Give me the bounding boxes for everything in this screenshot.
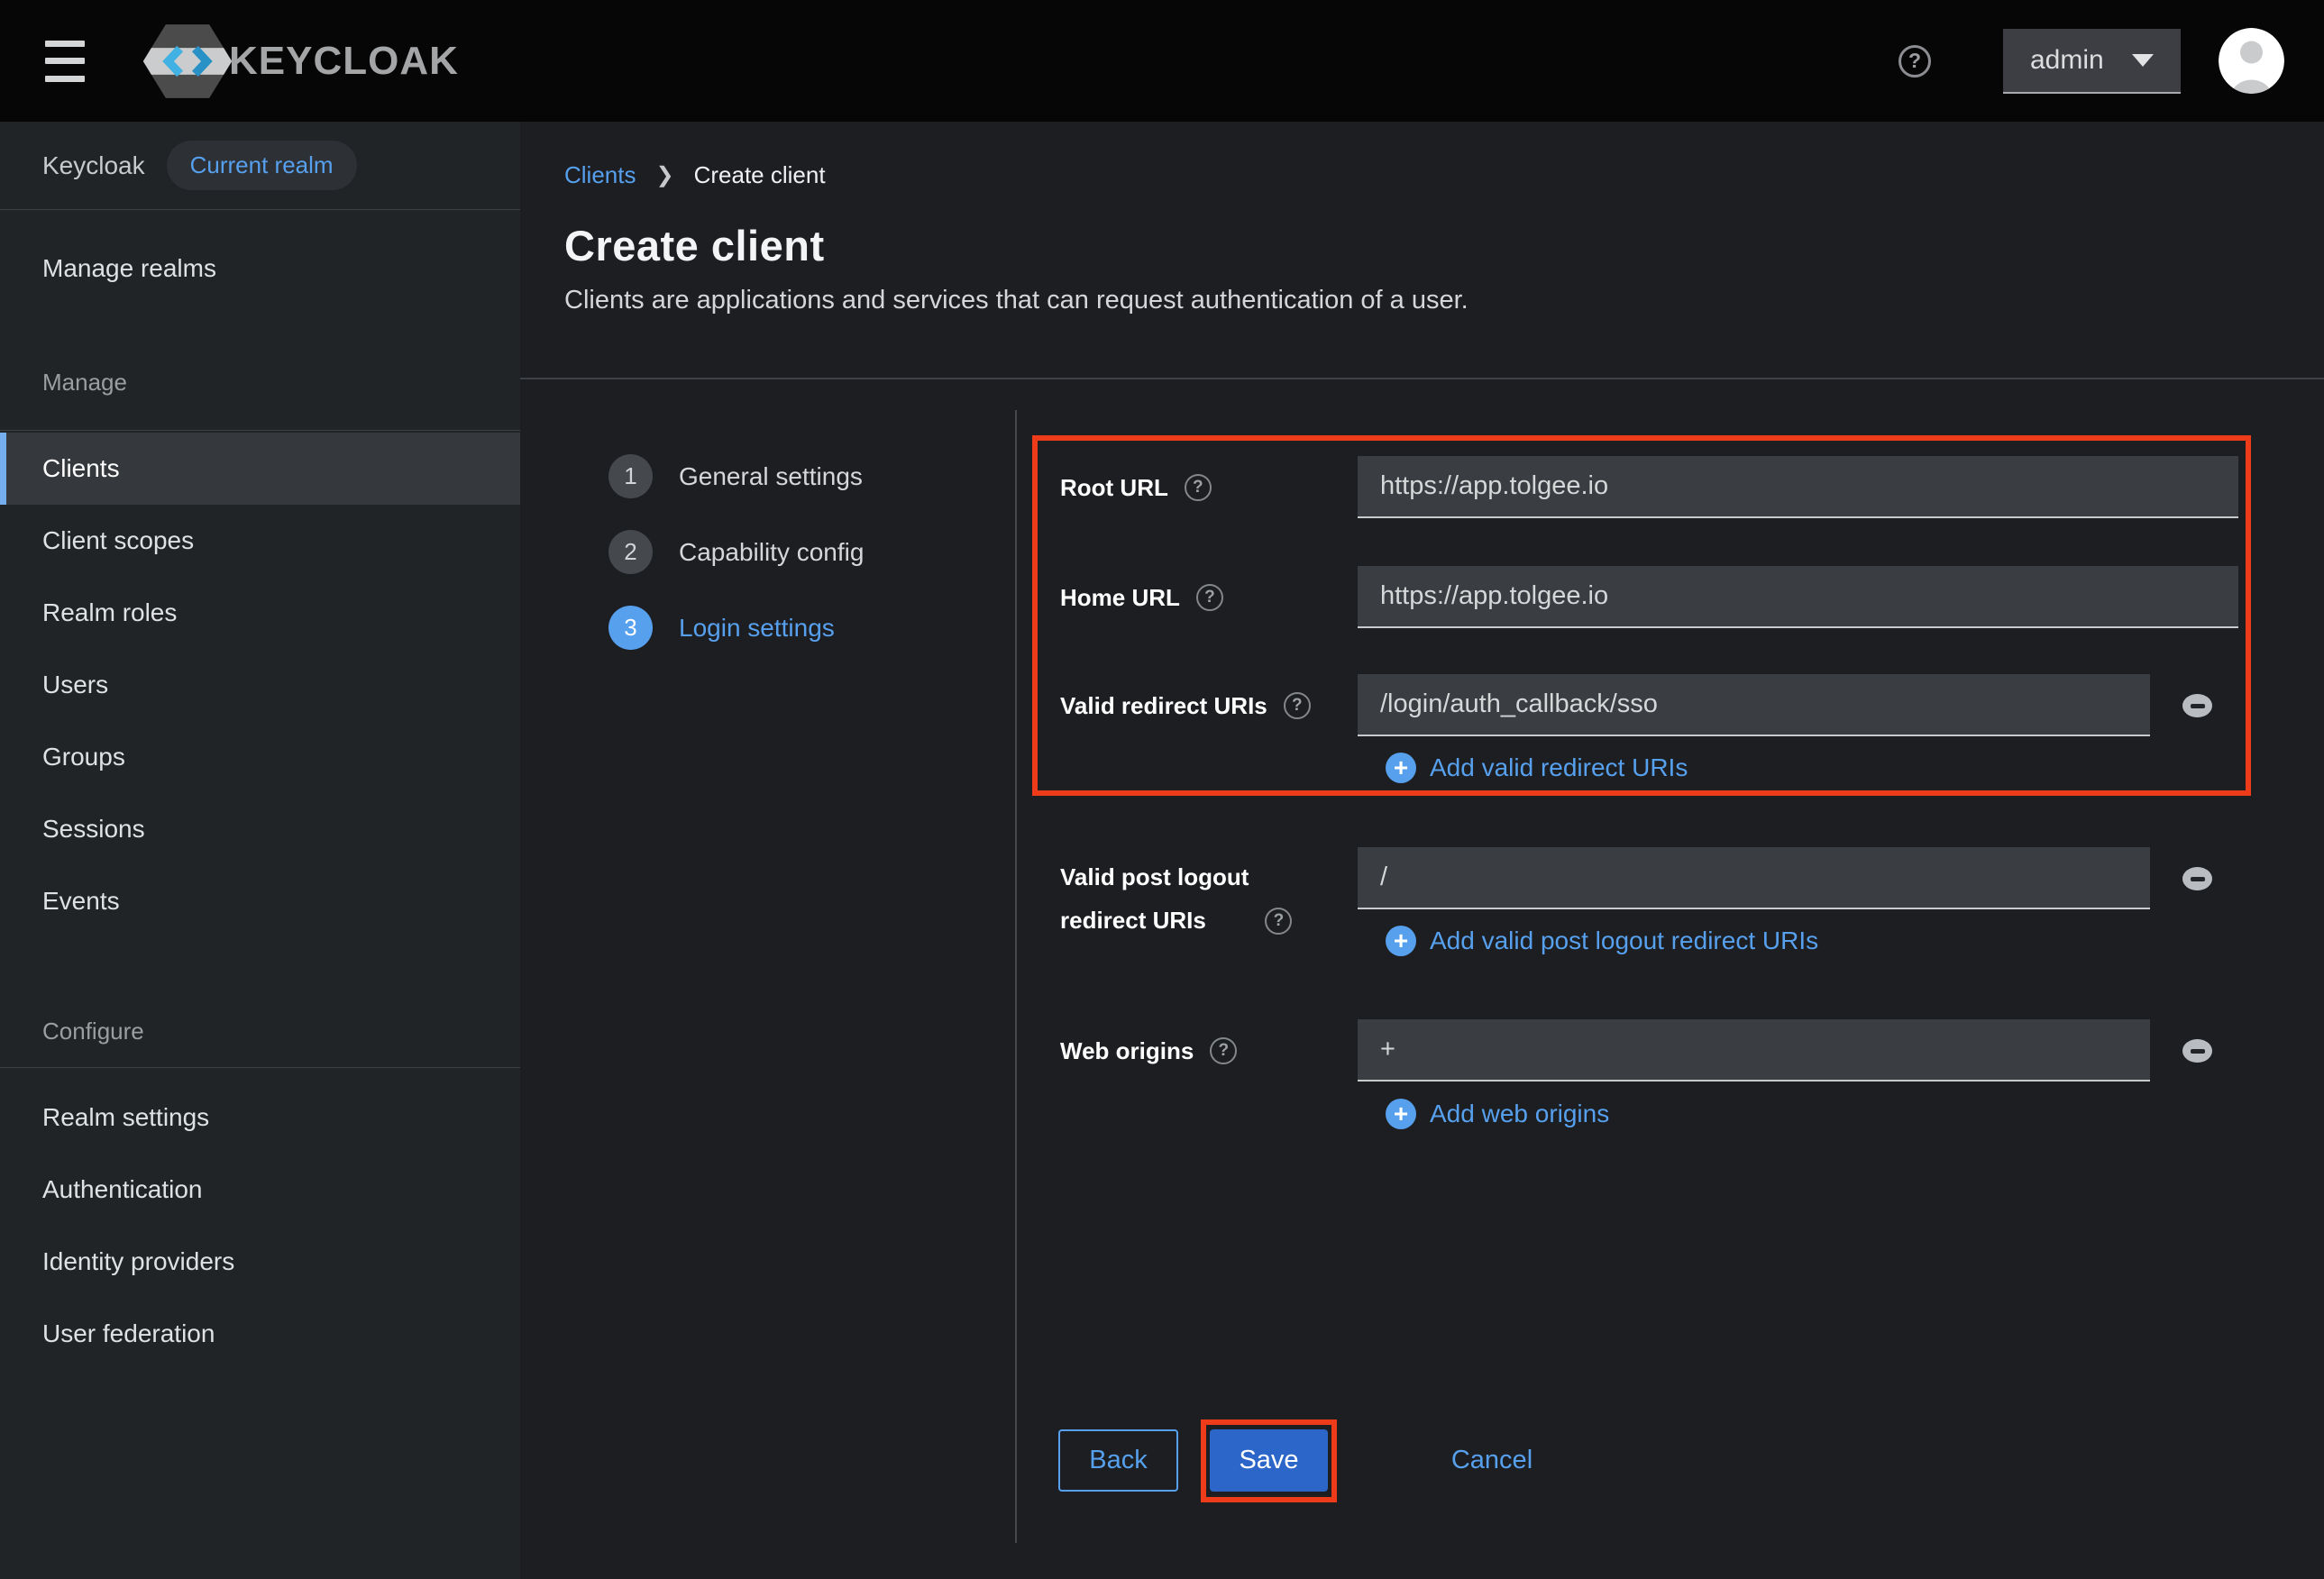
sidebar-item-identity-providers[interactable]: Identity providers: [0, 1226, 520, 1298]
brand-text: KEYCLOAK: [229, 39, 459, 84]
sidebar-item-client-scopes[interactable]: Client scopes: [0, 505, 520, 577]
help-icon[interactable]: ?: [1196, 584, 1223, 611]
help-icon[interactable]: ?: [1265, 908, 1292, 935]
web-origins-input[interactable]: [1358, 1019, 2150, 1082]
wizard-step-general-settings[interactable]: 1 General settings: [608, 454, 863, 498]
valid-post-logout-redirect-uris-label: Valid post logout redirect URIs ?: [1060, 855, 1292, 942]
plus-circle-icon: +: [1386, 926, 1416, 956]
sidebar-item-groups[interactable]: Groups: [0, 721, 520, 793]
user-avatar-icon: [2219, 28, 2284, 94]
breadcrumb-current: Create client: [694, 161, 826, 189]
sidebar-item-clients[interactable]: Clients: [0, 433, 520, 505]
current-realm-badge[interactable]: Current realm: [167, 141, 357, 190]
sidebar-item-realm-settings[interactable]: Realm settings: [0, 1082, 520, 1154]
add-valid-redirect-uris-button[interactable]: + Add valid redirect URIs: [1386, 748, 1688, 788]
page-subtitle: Clients are applications and services th…: [564, 286, 1469, 315]
sidebar-group-configure: Configure: [0, 1013, 520, 1049]
chevron-down-icon: [2132, 54, 2154, 67]
user-menu-dropdown[interactable]: admin: [2003, 29, 2181, 94]
save-button[interactable]: Save: [1210, 1429, 1328, 1492]
step-number: 3: [608, 606, 653, 650]
sidebar-item-users[interactable]: Users: [0, 649, 520, 721]
cancel-button[interactable]: Cancel: [1442, 1429, 1542, 1492]
add-valid-post-logout-redirect-uris-button[interactable]: + Add valid post logout redirect URIs: [1386, 921, 1818, 961]
keycloak-admin-console: KEYCLOAK ? admin Keycloak: [0, 0, 2324, 1579]
help-icon[interactable]: ?: [1185, 474, 1212, 501]
home-url-label: Home URL ?: [1060, 580, 1223, 616]
main-content: Clients ❯ Create client Create client Cl…: [520, 122, 2324, 1579]
step-number: 1: [608, 454, 653, 498]
keycloak-hexagon-icon: [141, 20, 234, 103]
plus-circle-icon: +: [1386, 1099, 1416, 1129]
remove-web-origin-button[interactable]: [2182, 1039, 2212, 1063]
hamburger-menu-icon[interactable]: [45, 41, 85, 82]
avatar[interactable]: [2219, 28, 2284, 94]
step-number: 2: [608, 530, 653, 574]
plus-circle-icon: +: [1386, 753, 1416, 783]
sidebar-item-events[interactable]: Events: [0, 865, 520, 937]
sidebar-divider: [0, 1067, 520, 1068]
valid-redirect-uris-label: Valid redirect URIs ?: [1060, 688, 1311, 724]
sidebar-divider: [0, 430, 520, 431]
root-url-label: Root URL ?: [1060, 470, 1212, 506]
sidebar-item-authentication[interactable]: Authentication: [0, 1154, 520, 1226]
sidebar-group-manage: Manage: [0, 364, 520, 400]
help-icon[interactable]: ?: [1210, 1037, 1237, 1064]
user-name: admin: [2030, 45, 2104, 76]
wizard-step-login-settings[interactable]: 3 Login settings: [608, 606, 835, 650]
breadcrumb-clients-link[interactable]: Clients: [564, 161, 636, 189]
valid-post-logout-redirect-uris-input[interactable]: [1358, 847, 2150, 909]
sidebar-item-sessions[interactable]: Sessions: [0, 793, 520, 865]
add-web-origins-button[interactable]: + Add web origins: [1386, 1094, 1609, 1134]
wizard-form-divider: [1015, 410, 1017, 1543]
keycloak-logo: KEYCLOAK: [141, 20, 459, 103]
remove-post-logout-uri-button[interactable]: [2182, 867, 2212, 890]
chevron-right-icon: ❯: [655, 162, 673, 188]
realm-selector: Keycloak Current realm: [0, 122, 520, 210]
realm-name: Keycloak: [42, 151, 145, 180]
sidebar-item-user-federation[interactable]: User federation: [0, 1298, 520, 1370]
header-divider: [520, 378, 2324, 379]
masthead-actions: ? admin: [1899, 28, 2284, 94]
page-title: Create client: [564, 221, 825, 270]
web-origins-label: Web origins ?: [1060, 1033, 1237, 1069]
breadcrumb: Clients ❯ Create client: [564, 161, 826, 189]
root-url-input[interactable]: [1358, 456, 2238, 518]
sidebar: Keycloak Current realm Manage realms Man…: [0, 122, 520, 1579]
sidebar-item-realm-roles[interactable]: Realm roles: [0, 577, 520, 649]
wizard-step-capability-config[interactable]: 2 Capability config: [608, 530, 864, 574]
valid-redirect-uris-input[interactable]: [1358, 674, 2150, 736]
help-icon[interactable]: ?: [1899, 45, 1931, 78]
home-url-input[interactable]: [1358, 566, 2238, 628]
help-icon[interactable]: ?: [1284, 692, 1311, 719]
sidebar-item-manage-realms[interactable]: Manage realms: [0, 233, 520, 305]
remove-redirect-uri-button[interactable]: [2182, 694, 2212, 717]
masthead: KEYCLOAK ? admin: [0, 0, 2324, 122]
back-button[interactable]: Back: [1058, 1429, 1178, 1492]
